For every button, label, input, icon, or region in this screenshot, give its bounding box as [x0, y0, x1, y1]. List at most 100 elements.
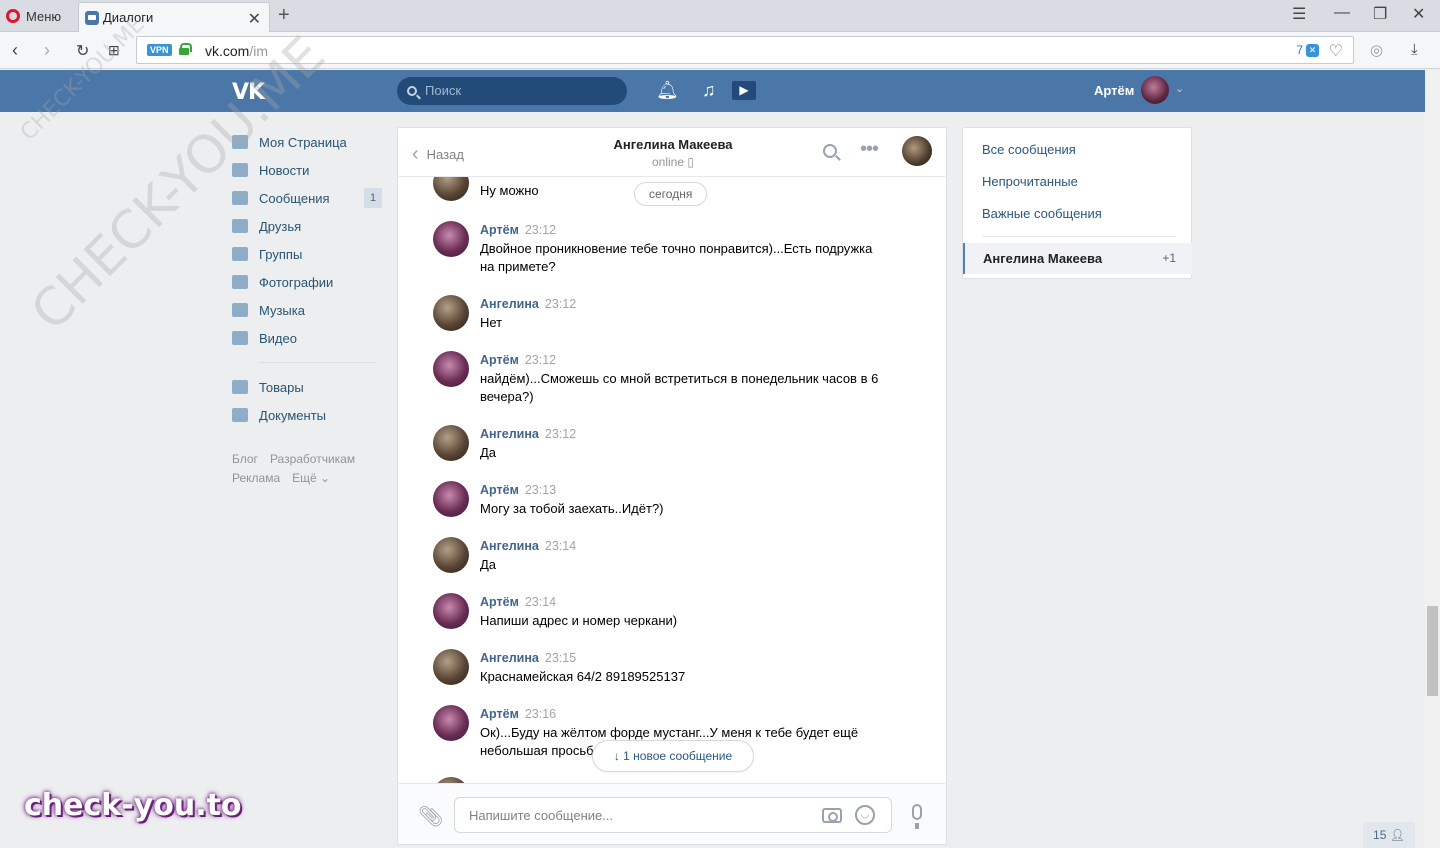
vpn-badge[interactable]: VPN: [147, 44, 172, 56]
lock-icon[interactable]: [179, 43, 192, 55]
message-author[interactable]: Ангелина: [480, 651, 539, 665]
filter-unread[interactable]: Непрочитанные: [982, 174, 1078, 189]
music-icon[interactable]: ♫: [702, 80, 716, 101]
sidebar-item-label: Новости: [259, 162, 310, 178]
adblock-shield-icon[interactable]: ✕: [1306, 44, 1319, 57]
tab-close-icon[interactable]: ✕: [248, 9, 261, 29]
online-friends-counter[interactable]: 15 👤︎: [1363, 822, 1415, 848]
new-tab-button[interactable]: +: [278, 4, 290, 27]
download-icon[interactable]: ⤓: [1411, 41, 1418, 58]
page-scrollbar[interactable]: [1425, 70, 1440, 848]
message-time[interactable]: 23:15: [545, 651, 576, 665]
active-dialog-item[interactable]: Ангелина Макеева +1: [963, 243, 1192, 274]
new-message-button[interactable]: ↓ 1 новое сообщение: [592, 740, 754, 772]
message-time[interactable]: 23:12: [545, 427, 576, 441]
chevron-down-icon[interactable]: ⌄: [1175, 82, 1184, 95]
footer-link-blog[interactable]: Блог: [232, 452, 258, 466]
browser-tab-dialogs[interactable]: Диалоги ✕: [78, 2, 270, 32]
footer-link-developers[interactable]: Разработчикам: [270, 452, 355, 466]
message-text: Да: [480, 445, 497, 460]
message-header: Ангелина 23:12: [480, 297, 576, 311]
footer-link-more[interactable]: Ещё ⌄: [292, 471, 330, 485]
forward-nav-icon[interactable]: ›: [44, 40, 50, 61]
message-avatar[interactable]: [433, 705, 469, 741]
online-count: 15: [1373, 828, 1387, 842]
filter-important[interactable]: Важные сообщения: [982, 206, 1102, 221]
message-avatar[interactable]: [433, 425, 469, 461]
sidebar-item-label: Группы: [259, 246, 303, 262]
microphone-icon[interactable]: [912, 804, 922, 829]
message-text: Могу за тобой заехать..Идёт?): [480, 501, 664, 516]
message-author[interactable]: Артём: [480, 353, 519, 367]
sidebar-item[interactable]: Товары: [232, 373, 382, 401]
notifications-bell-icon[interactable]: 🔔︎: [656, 80, 679, 101]
message-avatar[interactable]: [433, 351, 469, 387]
message-avatar[interactable]: [433, 593, 469, 629]
message-time[interactable]: 23:16: [525, 707, 556, 721]
sidebar-item[interactable]: Группы: [232, 240, 382, 268]
sidebar-item-icon: [232, 303, 248, 317]
message-avatar[interactable]: [433, 537, 469, 573]
message-time[interactable]: 23:14: [545, 539, 576, 553]
emoji-smile-icon[interactable]: ◡: [855, 805, 875, 825]
message-list[interactable]: Ну можно сегодня Артём 23:12 Двойное прони…: [398, 177, 946, 783]
message-avatar[interactable]: [433, 221, 469, 257]
sidebar-item[interactable]: Новости: [232, 156, 382, 184]
search-input[interactable]: Поиск: [397, 77, 627, 105]
tab-menu-icon[interactable]: ☰: [1292, 4, 1306, 24]
speed-dial-icon[interactable]: ⊞: [108, 42, 120, 59]
opera-menu-button[interactable]: Меню: [6, 6, 61, 26]
window-close-button[interactable]: ✕: [1412, 4, 1425, 24]
sidebar-item[interactable]: Фотографии: [232, 268, 382, 296]
message-author[interactable]: Ангелина: [480, 297, 539, 311]
camera-icon[interactable]: [822, 808, 842, 823]
contact-avatar[interactable]: [902, 136, 932, 166]
message-author[interactable]: Артём: [480, 223, 519, 237]
sidebar-item[interactable]: Друзья: [232, 212, 382, 240]
vk-logo[interactable]: VK: [232, 80, 265, 105]
sidebar-item[interactable]: Сообщения 1: [232, 184, 382, 212]
sidebar-item[interactable]: Документы: [232, 401, 382, 429]
message-author[interactable]: Артём: [480, 595, 519, 609]
bookmark-heart-icon[interactable]: ♡: [1329, 41, 1343, 61]
more-options-icon[interactable]: •••: [860, 138, 879, 161]
sidebar-item[interactable]: Музыка: [232, 296, 382, 324]
sidebar-item-icon: [232, 275, 248, 289]
video-play-icon[interactable]: ▶: [732, 81, 756, 100]
message-time[interactable]: 23:12: [525, 223, 556, 237]
message-avatar[interactable]: [433, 177, 469, 201]
contact-status-text: online: [652, 155, 685, 169]
message-time[interactable]: 23:12: [525, 353, 556, 367]
message-header: Артём 23:12: [480, 353, 556, 367]
restore-button[interactable]: ❐: [1373, 4, 1387, 24]
message-avatar[interactable]: [433, 481, 469, 517]
sidebar-item[interactable]: Моя Страница: [232, 128, 382, 156]
header-user-name[interactable]: Артём: [1094, 83, 1134, 98]
adblock-count[interactable]: 7: [1296, 43, 1303, 57]
url-field[interactable]: VPN vk.com/im 7 ✕ ♡: [136, 36, 1354, 64]
footer-link-ads[interactable]: Реклама: [232, 471, 280, 485]
message-time[interactable]: 23:13: [525, 483, 556, 497]
message-author[interactable]: Артём: [480, 707, 519, 721]
reload-icon[interactable]: ↻: [76, 41, 89, 61]
message-avatar[interactable]: [433, 649, 469, 685]
filter-all-messages[interactable]: Все сообщения: [982, 142, 1076, 157]
message-author[interactable]: Артём: [480, 483, 519, 497]
message-time[interactable]: 23:14: [525, 595, 556, 609]
left-sidebar: Моя Страница Новости Сообщения 1 Друзья Групп…: [232, 128, 382, 429]
message-author[interactable]: Ангелина: [480, 427, 539, 441]
message-time[interactable]: 23:12: [545, 297, 576, 311]
message-avatar[interactable]: [433, 295, 469, 331]
snapshot-icon[interactable]: ◎: [1370, 41, 1383, 59]
url-host: vk.com: [205, 43, 250, 59]
sidebar-item[interactable]: Видео: [232, 324, 382, 352]
mobile-icon: ▯: [687, 155, 694, 169]
chat-search-icon[interactable]: [823, 144, 837, 158]
attach-paperclip-icon[interactable]: 📎︎: [418, 804, 443, 829]
scrollbar-thumb[interactable]: [1427, 606, 1438, 696]
back-nav-icon[interactable]: ‹: [12, 40, 18, 61]
message-author[interactable]: Ангелина: [480, 539, 539, 553]
header-user-avatar[interactable]: [1141, 76, 1169, 104]
minimize-button[interactable]: —: [1334, 4, 1350, 22]
sidebar-item-label: Фотографии: [259, 274, 334, 290]
